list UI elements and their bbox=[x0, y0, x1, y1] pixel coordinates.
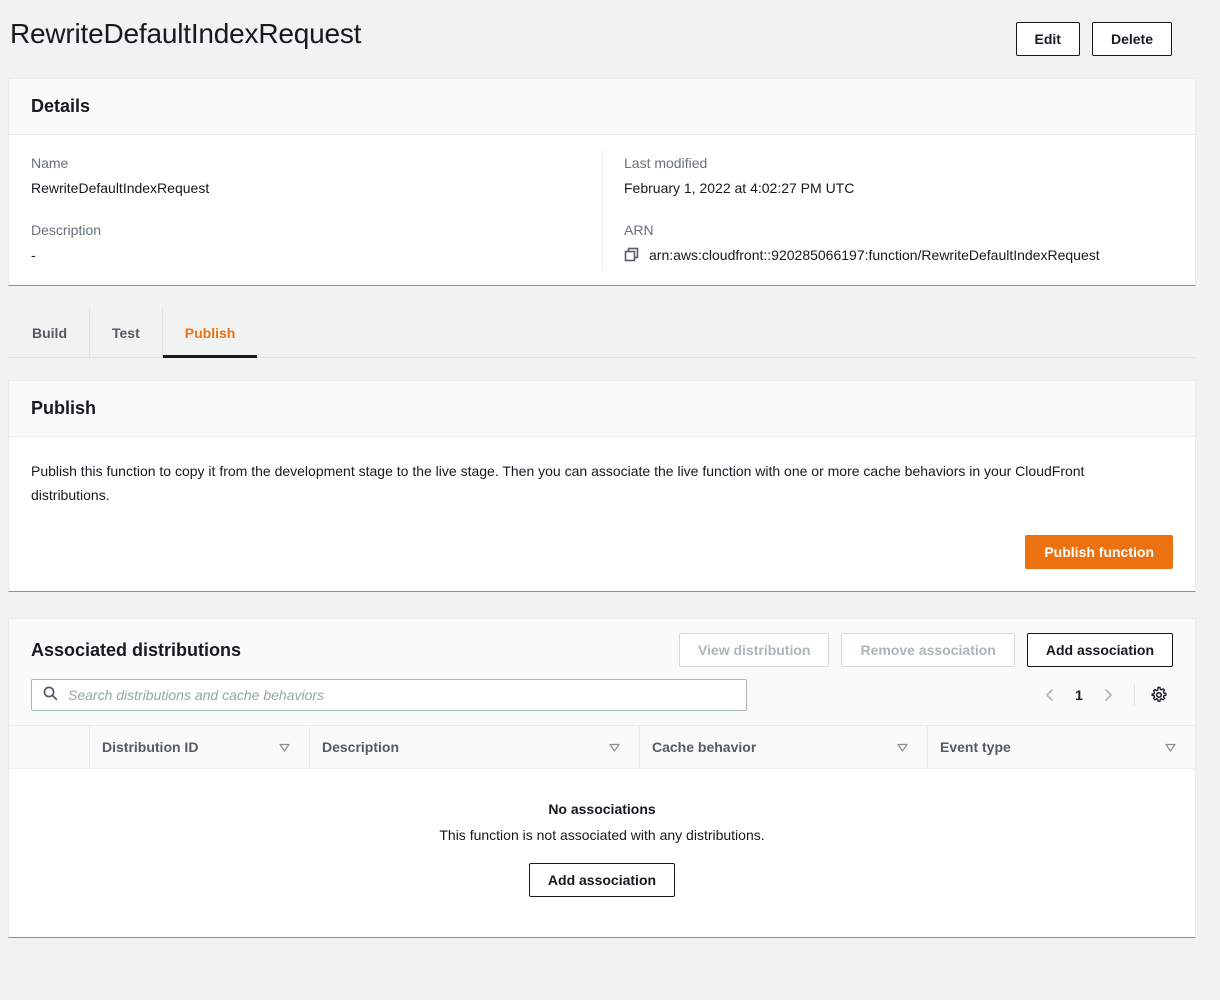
publish-function-button[interactable]: Publish function bbox=[1025, 535, 1173, 569]
details-left-column: Name RewriteDefaultIndexRequest Descript… bbox=[9, 135, 602, 285]
sort-descending-icon bbox=[1164, 741, 1177, 754]
last-modified-value: February 1, 2022 at 4:02:27 PM UTC bbox=[624, 178, 1173, 198]
description-label: Description bbox=[31, 220, 580, 240]
tab-publish-label: Publish bbox=[185, 325, 236, 341]
arn-row: arn:aws:cloudfront::920285066197:functio… bbox=[624, 245, 1173, 265]
edit-button[interactable]: Edit bbox=[1016, 22, 1080, 56]
details-title: Details bbox=[31, 95, 1173, 117]
tab-build-label: Build bbox=[32, 325, 67, 341]
details-body: Name RewriteDefaultIndexRequest Descript… bbox=[9, 135, 1195, 285]
arn-value: arn:aws:cloudfront::920285066197:functio… bbox=[649, 245, 1100, 265]
empty-state: No associations This function is not ass… bbox=[9, 769, 1195, 937]
publish-description: Publish this function to copy it from th… bbox=[31, 459, 1151, 507]
publish-body: Publish this function to copy it from th… bbox=[9, 437, 1195, 591]
sort-descending-icon bbox=[608, 741, 621, 754]
publish-card: Publish Publish this function to copy it… bbox=[8, 380, 1196, 592]
copy-icon[interactable] bbox=[624, 247, 640, 263]
add-association-button[interactable]: Add association bbox=[1027, 633, 1173, 667]
column-header-description-label: Description bbox=[322, 739, 399, 755]
tab-test[interactable]: Test bbox=[89, 308, 162, 357]
associated-toolbar: 1 bbox=[31, 679, 1173, 711]
associated-title: Associated distributions bbox=[31, 638, 241, 662]
column-header-event-type-label: Event type bbox=[940, 739, 1011, 755]
empty-state-subtitle: This function is not associated with any… bbox=[9, 825, 1195, 845]
search-icon bbox=[42, 685, 58, 706]
column-header-distribution-id-label: Distribution ID bbox=[102, 739, 198, 755]
last-modified-label: Last modified bbox=[624, 153, 1173, 173]
empty-state-action: Add association bbox=[9, 863, 1195, 897]
associated-header-row: Associated distributions View distributi… bbox=[31, 633, 1173, 667]
remove-association-button[interactable]: Remove association bbox=[841, 633, 1014, 667]
publish-card-header: Publish bbox=[9, 381, 1195, 437]
view-distribution-button[interactable]: View distribution bbox=[679, 633, 830, 667]
pagination-divider bbox=[1134, 684, 1135, 706]
pagination-prev-button[interactable] bbox=[1034, 679, 1066, 711]
field-arn: ARN arn:aws:cloudfront::920285066197:fun… bbox=[624, 220, 1173, 265]
details-column-divider bbox=[602, 149, 603, 271]
name-value: RewriteDefaultIndexRequest bbox=[31, 178, 580, 198]
search-box[interactable] bbox=[31, 679, 747, 711]
page-title: RewriteDefaultIndexRequest bbox=[8, 16, 361, 52]
publish-actions: Publish function bbox=[31, 535, 1173, 569]
field-description: Description - bbox=[31, 220, 580, 265]
pagination-next-button[interactable] bbox=[1092, 679, 1124, 711]
publish-title: Publish bbox=[31, 397, 1173, 419]
tab-build[interactable]: Build bbox=[8, 308, 89, 357]
associated-header: Associated distributions View distributi… bbox=[9, 619, 1195, 725]
tab-bar: Build Test Publish bbox=[8, 308, 1196, 358]
tab-publish[interactable]: Publish bbox=[162, 308, 258, 357]
search-input[interactable] bbox=[66, 686, 736, 704]
column-header-description[interactable]: Description bbox=[309, 725, 639, 769]
pagination-current-page[interactable]: 1 bbox=[1066, 687, 1092, 703]
column-header-event-type[interactable]: Event type bbox=[927, 725, 1195, 769]
empty-add-association-button[interactable]: Add association bbox=[529, 863, 675, 897]
details-card-header: Details bbox=[9, 79, 1195, 135]
tab-test-label: Test bbox=[112, 325, 140, 341]
gear-icon[interactable] bbox=[1145, 681, 1173, 709]
sort-descending-icon bbox=[278, 741, 291, 754]
name-label: Name bbox=[31, 153, 580, 173]
page-header: RewriteDefaultIndexRequest Edit Delete bbox=[0, 0, 1220, 78]
field-last-modified: Last modified February 1, 2022 at 4:02:2… bbox=[624, 153, 1173, 198]
field-name: Name RewriteDefaultIndexRequest bbox=[31, 153, 580, 198]
column-header-cache-behavior[interactable]: Cache behavior bbox=[639, 725, 927, 769]
details-card: Details Name RewriteDefaultIndexRequest … bbox=[8, 78, 1196, 286]
associated-actions: View distribution Remove association Add… bbox=[679, 633, 1173, 667]
description-value: - bbox=[31, 245, 580, 265]
arn-label: ARN bbox=[624, 220, 1173, 240]
distributions-table-header: Distribution ID Description Cache behavi… bbox=[9, 725, 1195, 769]
spacer bbox=[0, 358, 1220, 380]
empty-state-title: No associations bbox=[9, 799, 1195, 819]
column-header-distribution-id[interactable]: Distribution ID bbox=[89, 725, 309, 769]
delete-button[interactable]: Delete bbox=[1092, 22, 1172, 56]
spacer bbox=[0, 592, 1220, 618]
associated-distributions-card: Associated distributions View distributi… bbox=[8, 618, 1196, 938]
column-header-cache-behavior-label: Cache behavior bbox=[652, 739, 756, 755]
page-root: RewriteDefaultIndexRequest Edit Delete D… bbox=[0, 0, 1220, 1000]
sort-descending-icon bbox=[896, 741, 909, 754]
pagination: 1 bbox=[1034, 679, 1173, 711]
header-actions: Edit Delete bbox=[1016, 16, 1172, 56]
details-right-column: Last modified February 1, 2022 at 4:02:2… bbox=[602, 135, 1195, 285]
